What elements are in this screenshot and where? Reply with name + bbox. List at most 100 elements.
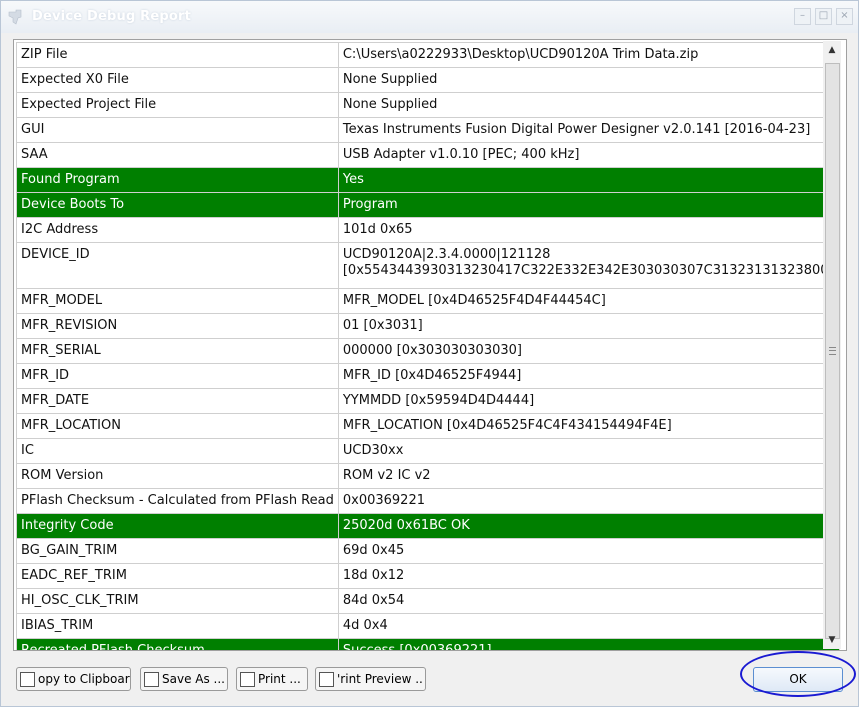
row-key: PFlash Checksum - Calculated from PFlash… [16, 488, 339, 514]
row-value-text: UCD90120A|2.3.4.0000|121128 [342, 247, 551, 262]
table-row: IBIAS_TRIM 4d 0x4 [16, 613, 840, 639]
table-row: DEVICE_ID UCD90120A|2.3.4.0000|121128 [0x5… [16, 242, 840, 289]
table-row: Recreated PFlash Checksum Success [0x0036… [16, 638, 840, 650]
printer-icon [240, 671, 255, 687]
row-value: 18d 0x12 [337, 563, 840, 589]
row-key: MFR_LOCATION [16, 413, 339, 439]
table-row: Device Boots To Program [16, 192, 840, 218]
table-row: Expected X0 File None Supplied [16, 67, 840, 93]
row-key: MFR_SERIAL [16, 338, 339, 364]
row-value-text: 101d 0x65 [342, 222, 413, 237]
save-as-button[interactable]: Save As ... [140, 667, 228, 691]
maximize-icon[interactable]: □ [815, 8, 832, 25]
row-value: ROM v2 IC v2 [337, 463, 840, 489]
print-preview-button[interactable]: 'rint Preview .. [315, 667, 426, 691]
print-preview-icon [319, 671, 334, 687]
row-value: Program [337, 192, 840, 218]
minimize-icon[interactable]: – [794, 8, 811, 25]
row-key: IBIAS_TRIM [16, 613, 339, 639]
print-button-label: Print ... [258, 672, 301, 686]
row-value-text: 01 [0x3031] [342, 318, 423, 333]
table-row: BG_GAIN_TRIM 69d 0x45 [16, 538, 840, 564]
title-bar[interactable]: Device Debug Report – □ × [1, 1, 858, 33]
row-value: 4d 0x4 [337, 613, 840, 639]
row-value-text: MFR_ID [0x4D46525F4944] [342, 368, 522, 383]
table-row: PFlash Checksum - Calculated from PFlash… [16, 488, 840, 514]
ti-logo-icon [8, 9, 22, 25]
table-row: MFR_LOCATION MFR_LOCATION [0x4D46525F4C4F… [16, 413, 840, 439]
row-value: None Supplied [337, 67, 840, 93]
copy-button-label: opy to Clipboar [38, 672, 130, 686]
table-row: MFR_REVISION 01 [0x3031] [16, 313, 840, 339]
clipboard-icon [20, 671, 35, 687]
save-button-label: Save As ... [162, 672, 225, 686]
row-value: MFR_ID [0x4D46525F4944] [337, 363, 840, 389]
row-value: Success [0x00369221] [337, 638, 840, 650]
row-key: BG_GAIN_TRIM [16, 538, 339, 564]
row-key: IC [16, 438, 339, 464]
row-value-text: MFR_MODEL [0x4D46525F4D4F44454C] [342, 293, 606, 308]
device-debug-report-window: Device Debug Report – □ × ZIP File C:\Use… [0, 0, 859, 707]
row-value-text: 000000 [0x303030303030] [342, 343, 522, 358]
row-value: C:\Users\a0222933\Desktop\UCD90120A Trim… [337, 42, 840, 68]
row-key: Found Program [16, 167, 339, 193]
row-value-text: 25020d 0x61BC OK [342, 518, 470, 533]
table-row: ROM Version ROM v2 IC v2 [16, 463, 840, 489]
report-table: ZIP File C:\Users\a0222933\Desktop\UCD901… [16, 42, 840, 650]
table-row: I2C Address 101d 0x65 [16, 217, 840, 243]
row-value-text: 0x00369221 [342, 493, 425, 508]
table-row: SAA USB Adapter v1.0.10 [PEC; 400 kHz] [16, 142, 840, 168]
table-row: ZIP File C:\Users\a0222933\Desktop\UCD901… [16, 42, 840, 68]
row-value: MFR_MODEL [0x4D46525F4D4F44454C] [337, 288, 840, 314]
save-disk-icon [144, 671, 159, 687]
table-row: Expected Project File None Supplied [16, 92, 840, 118]
table-row: MFR_SERIAL 000000 [0x303030303030] [16, 338, 840, 364]
row-value-text: USB Adapter v1.0.10 [PEC; 400 kHz] [342, 147, 580, 162]
row-key: MFR_ID [16, 363, 339, 389]
row-value-text: YYMMDD [0x59594D4D4444] [342, 393, 535, 408]
row-value-text: None Supplied [342, 97, 438, 112]
row-key: Device Boots To [16, 192, 339, 218]
table-row: GUI Texas Instruments Fusion Digital Powe… [16, 117, 840, 143]
row-value-text: ROM v2 IC v2 [342, 468, 431, 483]
row-value: None Supplied [337, 92, 840, 118]
row-value: 0x00369221 [337, 488, 840, 514]
row-value-text: Yes [342, 172, 364, 187]
row-value: 25020d 0x61BC OK [337, 513, 840, 539]
print-button[interactable]: Print ... [236, 667, 308, 691]
row-value-text-line2: [0x55434439303132304​17C322E332E342E3030… [342, 263, 834, 278]
copy-to-clipboard-button[interactable]: opy to Clipboar [16, 667, 131, 691]
row-value-text: 69d 0x45 [342, 543, 405, 558]
row-key: Recreated PFlash Checksum [16, 638, 339, 650]
scroll-up-icon[interactable]: ▲ [823, 43, 841, 57]
row-value: 101d 0x65 [337, 217, 840, 243]
row-key: Expected X0 File [16, 67, 339, 93]
row-key: EADC_REF_TRIM [16, 563, 339, 589]
scrollbar-thumb[interactable] [825, 63, 840, 639]
row-value: UCD90120A|2.3.4.0000|121128 [0x5543443930… [337, 242, 840, 289]
scroll-down-icon[interactable]: ▼ [823, 633, 841, 647]
table-row: Found Program Yes [16, 167, 840, 193]
row-value-text: 84d 0x54 [342, 593, 405, 608]
table-row: MFR_DATE YYMMDD [0x59594D4D4444] [16, 388, 840, 414]
vertical-scrollbar[interactable]: ▲ ▼ [823, 41, 841, 649]
row-value: Texas Instruments Fusion Digital Power D… [337, 117, 840, 143]
row-value-text: C:\Users\a0222933\Desktop\UCD90120A Trim… [342, 47, 699, 62]
row-key: MFR_DATE [16, 388, 339, 414]
row-value-text: Texas Instruments Fusion Digital Power D… [342, 122, 811, 137]
row-key: SAA [16, 142, 339, 168]
row-value-text: None Supplied [342, 72, 438, 87]
table-row: MFR_MODEL MFR_MODEL [0x4D46525F4D4F44454C… [16, 288, 840, 314]
row-value-text: 4d 0x4 [342, 618, 388, 633]
row-key: I2C Address [16, 217, 339, 243]
close-icon[interactable]: × [836, 8, 853, 25]
grip-icon [829, 347, 836, 355]
row-value-text: UCD30xx [342, 443, 404, 458]
ok-button[interactable]: OK [753, 667, 843, 692]
window-title: Device Debug Report [32, 9, 192, 24]
row-value: USB Adapter v1.0.10 [PEC; 400 kHz] [337, 142, 840, 168]
table-row: HI_OSC_CLK_TRIM 84d 0x54 [16, 588, 840, 614]
table-row: EADC_REF_TRIM 18d 0x12 [16, 563, 840, 589]
table-row: Integrity Code 25020d 0x61BC OK [16, 513, 840, 539]
row-value: 69d 0x45 [337, 538, 840, 564]
